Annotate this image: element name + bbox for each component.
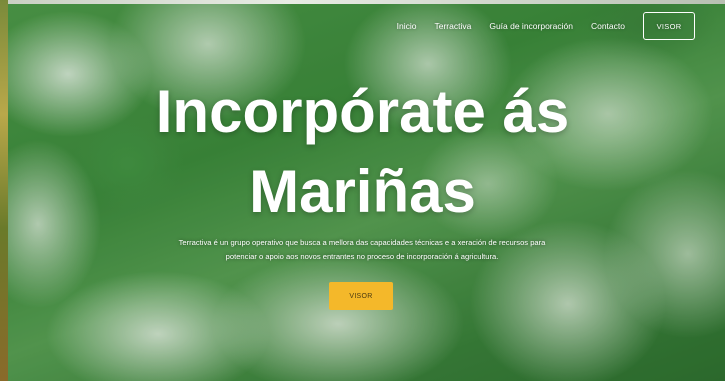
nav-link-inicio[interactable]: Inicio xyxy=(397,21,417,31)
hero-description-line1: Terractiva é un grupo operativo que busc… xyxy=(178,238,546,247)
hero-title-line1: Incorpórate ás xyxy=(155,78,570,145)
hero-title-line2: Mariñas xyxy=(249,158,476,225)
nav-link-terractiva[interactable]: Terractiva xyxy=(434,21,471,31)
hero-visor-button[interactable]: VISOR xyxy=(329,282,393,310)
top-navigation: Inicio Terractiva Guía de incorporación … xyxy=(379,11,695,41)
hero-description: Terractiva é un grupo operativo que busc… xyxy=(112,236,612,264)
nav-visor-button[interactable]: VISOR xyxy=(643,12,695,40)
nav-link-guia[interactable]: Guía de incorporación xyxy=(489,21,573,31)
nav-link-contacto[interactable]: Contacto xyxy=(591,21,625,31)
hero-description-line2: potenciar o apoio aos novos entrantes no… xyxy=(225,252,499,261)
